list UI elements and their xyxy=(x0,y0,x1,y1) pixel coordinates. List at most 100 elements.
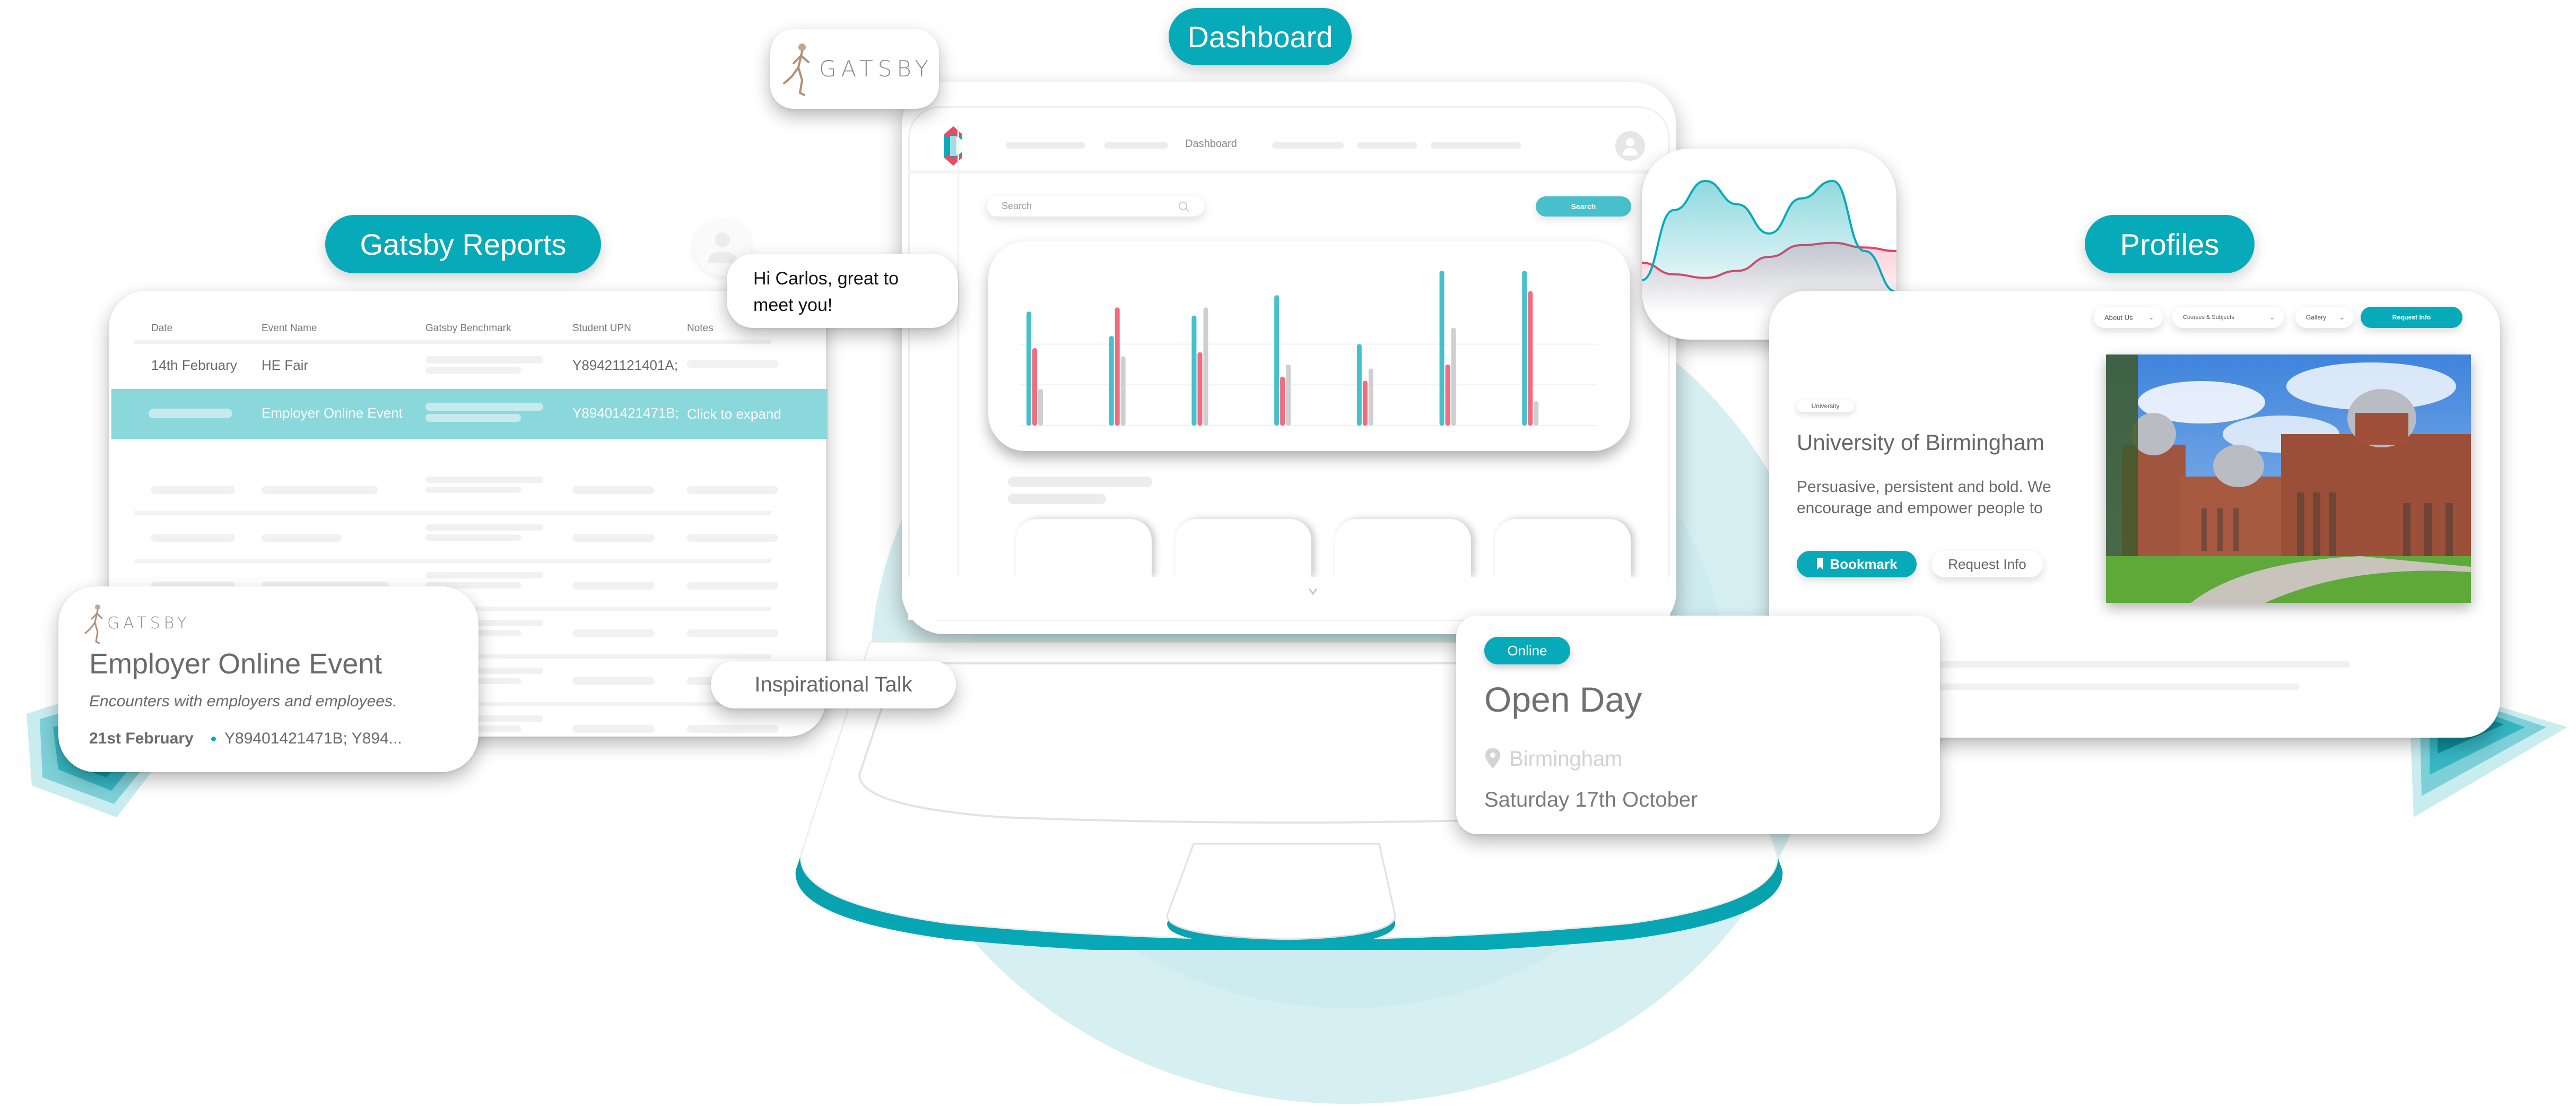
nav-label: Courses & Subjects xyxy=(2183,314,2234,321)
event-card-upns: Y89401421471B; Y894... xyxy=(224,730,402,747)
row-divider xyxy=(134,559,771,563)
event-date: Saturday 17th October xyxy=(1484,788,1698,811)
dashboard-title: Dashboard xyxy=(1169,8,1352,65)
nav-item-placeholder[interactable] xyxy=(1006,142,1085,149)
campus-photo xyxy=(2106,354,2471,603)
search-input[interactable]: Search xyxy=(987,196,1204,217)
header-divider xyxy=(908,170,1670,174)
upn-placeholder xyxy=(572,677,655,685)
upn-placeholder xyxy=(572,534,655,542)
cell-upn: Y89401421471B; xyxy=(572,405,679,421)
column-header-notes[interactable]: Notes xyxy=(687,323,713,334)
table-row-highlighted[interactable]: Employer Online Event Y89401421471B; Cli… xyxy=(111,389,828,439)
nav-label: Gallery xyxy=(2306,314,2327,321)
notes-placeholder xyxy=(687,360,778,368)
runner-figure-icon xyxy=(783,44,810,96)
date-placeholder xyxy=(149,409,232,418)
column-header-event-name[interactable]: Event Name xyxy=(262,323,317,334)
bar-teal-5 xyxy=(1356,344,1362,426)
bookmark-icon xyxy=(1817,558,1824,570)
request-info-button[interactable]: Request Info xyxy=(1931,551,2043,577)
gatsby-reports-title: Gatsby Reports xyxy=(325,215,601,273)
employer-event-card[interactable]: GATSBY Employer Online Event Encounters … xyxy=(58,586,478,772)
bar-grey-2 xyxy=(1120,356,1126,426)
notes-placeholder xyxy=(687,534,778,542)
event-placeholder xyxy=(262,486,378,494)
bar-teal-3 xyxy=(1191,315,1197,426)
online-badge: Online xyxy=(1484,637,1570,664)
nav-item-placeholder[interactable] xyxy=(1357,142,1417,149)
cell-event: HE Fair xyxy=(262,357,309,373)
column-header-date[interactable]: Date xyxy=(151,323,172,334)
user-avatar[interactable] xyxy=(1615,131,1645,161)
notes-placeholder xyxy=(687,629,778,637)
bookmark-button[interactable]: Bookmark xyxy=(1797,551,1917,577)
upn-placeholder xyxy=(572,486,655,494)
profiles-title: Profiles xyxy=(2085,215,2255,273)
sidebar-divider xyxy=(958,125,959,618)
bar-chart xyxy=(1020,271,1598,426)
nav-courses-subjects[interactable]: Courses & Subjects ⌄ xyxy=(2172,307,2284,328)
nav-gallery[interactable]: Gallery ⌄ xyxy=(2295,307,2354,328)
request-info-nav-button[interactable]: Request Info xyxy=(2361,307,2462,328)
date-placeholder xyxy=(151,486,235,494)
location-pin-icon xyxy=(1485,748,1500,768)
nav-about-us[interactable]: About Us ⌄ xyxy=(2094,307,2163,328)
nav-item-dashboard[interactable]: Dashboard xyxy=(1185,138,1237,150)
benchmark-placeholder xyxy=(425,414,521,422)
benchmark-placeholder xyxy=(425,477,543,483)
bar-teal-2 xyxy=(1109,336,1114,426)
chat-bubble: Hi Carlos, great to meet you! xyxy=(727,254,958,328)
search-button[interactable]: Search xyxy=(1536,196,1631,217)
tile-card[interactable] xyxy=(1176,519,1311,577)
upn-placeholder xyxy=(572,629,655,637)
bar-red-7 xyxy=(1528,291,1533,426)
bar-grey-6 xyxy=(1451,327,1456,426)
bar-red-1 xyxy=(1032,348,1037,426)
benchmark-placeholder xyxy=(425,524,543,531)
event-title: Open Day xyxy=(1484,680,1642,719)
section-subtitle-placeholder xyxy=(1008,494,1106,504)
search-icon xyxy=(1179,202,1189,212)
nav-item-placeholder[interactable] xyxy=(1272,142,1344,149)
column-header-student-upn[interactable]: Student UPN xyxy=(572,323,631,334)
inspirational-talk-tag[interactable]: Inspirational Talk xyxy=(711,661,956,708)
row-divider xyxy=(134,511,771,515)
tile-card[interactable] xyxy=(1495,519,1631,577)
event-location: Birmingham xyxy=(1509,747,1623,771)
notes-placeholder xyxy=(687,582,778,590)
bar-grey-4 xyxy=(1286,364,1291,426)
bookmark-label: Bookmark xyxy=(1830,556,1898,572)
notes-placeholder xyxy=(687,725,778,733)
cell-upn: Y89421121401A; xyxy=(572,357,678,373)
category-tag: University xyxy=(1797,400,1854,412)
expand-link[interactable]: Click to expand xyxy=(687,406,781,422)
column-header-gatsby-benchmark[interactable]: Gatsby Benchmark xyxy=(425,323,511,334)
nav-item-placeholder[interactable] xyxy=(1431,142,1521,149)
search-placeholder: Search xyxy=(1002,201,1032,211)
runner-figure-icon xyxy=(84,604,103,644)
chevron-down-icon[interactable] xyxy=(1307,586,1319,596)
university-description: Persuasive, persistent and bold. We enco… xyxy=(1797,478,2051,517)
bar-grey-3 xyxy=(1203,307,1208,426)
nav-label: About Us xyxy=(2104,313,2133,322)
gatsby-logo-text: GATSBY xyxy=(819,56,934,82)
cell-event: Employer Online Event xyxy=(262,405,403,421)
tile-card[interactable] xyxy=(1335,519,1471,577)
nav-item-placeholder[interactable] xyxy=(1104,142,1168,149)
user-icon xyxy=(1623,138,1638,155)
bar-teal-7 xyxy=(1522,271,1527,426)
section-title-placeholder xyxy=(1008,477,1152,487)
gatsby-logo-text: GATSBY xyxy=(107,614,191,633)
tile-card[interactable] xyxy=(1016,519,1152,577)
chevron-down-icon: ⌄ xyxy=(2148,313,2154,321)
bar-chart-card xyxy=(988,241,1630,451)
date-placeholder xyxy=(151,534,235,542)
screen-footer xyxy=(908,577,1670,620)
open-day-card[interactable]: Online Open Day Birmingham Saturday 17th… xyxy=(1456,616,1940,834)
bar-grey-5 xyxy=(1368,368,1373,426)
gatsby-logo-card: GATSBY xyxy=(770,29,939,109)
event-card-title: Employer Online Event xyxy=(89,648,382,680)
separator-dot xyxy=(211,737,216,741)
event-card-subtitle: Encounters with employers and employees. xyxy=(89,693,397,710)
